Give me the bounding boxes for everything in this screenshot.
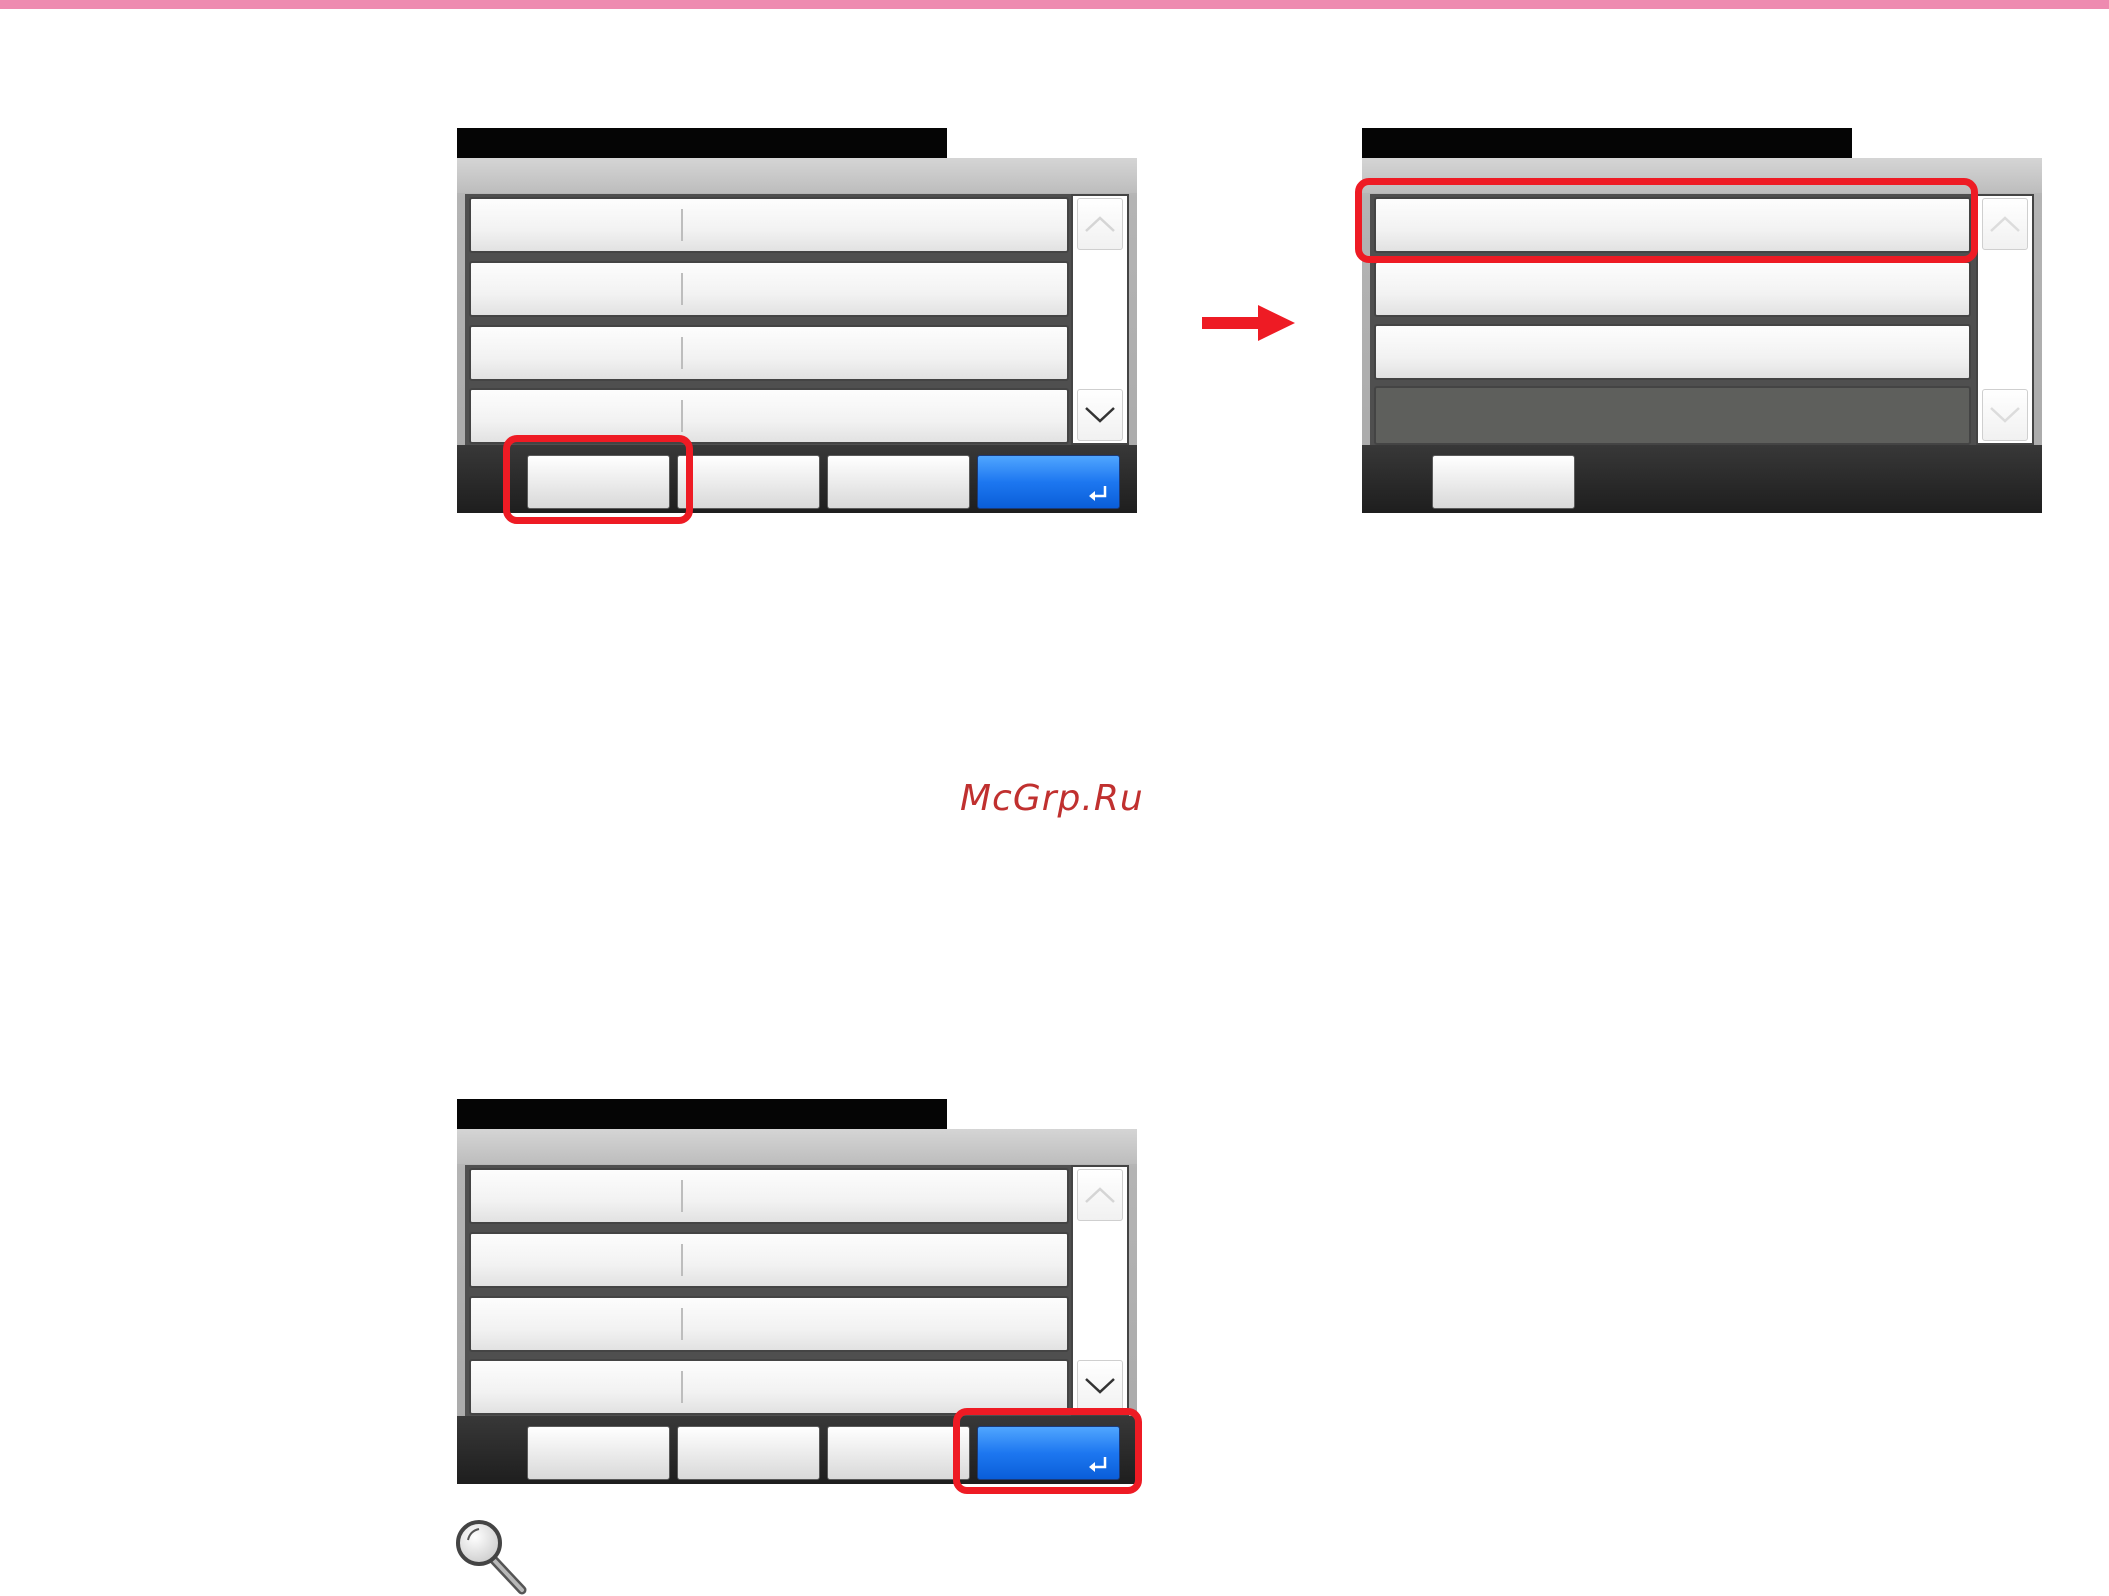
list-row[interactable]: [1374, 324, 1971, 380]
list-row[interactable]: [469, 1232, 1069, 1288]
list-row[interactable]: [469, 1296, 1069, 1352]
screen-title-bar: [1362, 128, 1852, 160]
function-button-1[interactable]: [1432, 455, 1575, 509]
scroll-up-button[interactable]: [1077, 1169, 1123, 1221]
arrow-right-icon: [1202, 305, 1295, 341]
highlight-frame: [953, 1408, 1142, 1494]
scroll-down-button[interactable]: [1077, 389, 1123, 441]
scrollbar[interactable]: [1976, 194, 2034, 445]
function-button-2[interactable]: [677, 1426, 820, 1480]
highlight-frame: [1355, 178, 1978, 263]
function-button-1[interactable]: [527, 1426, 670, 1480]
function-button-2[interactable]: [677, 455, 820, 509]
ok-button[interactable]: [977, 455, 1120, 509]
chevron-down-icon: [1085, 1378, 1115, 1394]
list-row[interactable]: [469, 325, 1069, 381]
chevron-down-icon: [1085, 407, 1115, 423]
list-row[interactable]: [469, 1168, 1069, 1224]
list-row[interactable]: [469, 1359, 1069, 1415]
chevron-up-icon: [1085, 216, 1115, 232]
column-header-strip: [457, 158, 1137, 193]
enter-icon: [1089, 486, 1107, 501]
list-row[interactable]: [1374, 261, 1971, 317]
magnifier-icon: [456, 1520, 527, 1595]
function-button-3[interactable]: [827, 455, 970, 509]
chevron-up-icon: [1085, 1187, 1115, 1203]
scrollbar[interactable]: [1071, 194, 1129, 445]
list-row[interactable]: [469, 261, 1069, 317]
list-row-empty: [1374, 386, 1971, 445]
scroll-down-button[interactable]: [1982, 389, 2028, 441]
scroll-up-button[interactable]: [1077, 198, 1123, 250]
page-header-bar: [0, 0, 2109, 9]
button-bar: [1362, 445, 2042, 513]
screen-title-bar: [457, 1099, 947, 1131]
scroll-down-button[interactable]: [1077, 1360, 1123, 1412]
chevron-up-icon: [1990, 216, 2020, 232]
chevron-down-icon: [1990, 407, 2020, 423]
function-button-3[interactable]: [827, 1426, 970, 1480]
scroll-up-button[interactable]: [1982, 198, 2028, 250]
screen-title-bar: [457, 128, 947, 160]
list-row[interactable]: [469, 197, 1069, 253]
scrollbar[interactable]: [1071, 1165, 1129, 1416]
watermark-text: McGrp.Ru: [960, 778, 1144, 819]
highlight-frame: [503, 435, 693, 524]
